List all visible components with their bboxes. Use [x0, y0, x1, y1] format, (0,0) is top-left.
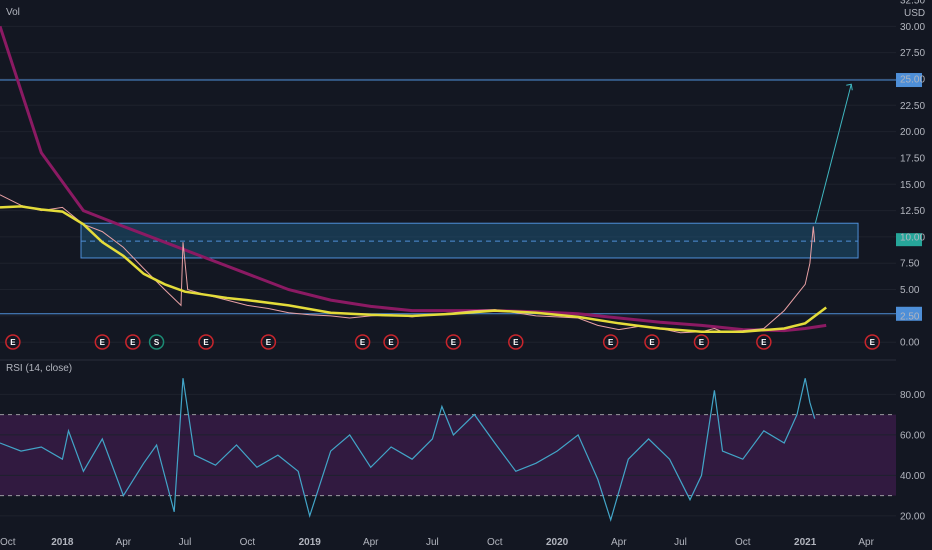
- time-tick-label: Apr: [611, 537, 627, 548]
- event-marker-letter: E: [100, 338, 106, 347]
- time-tick-label: 2020: [546, 537, 569, 548]
- price-tick-label: 10.00: [900, 232, 925, 243]
- rsi-tick-label: 40.00: [900, 471, 925, 482]
- event-marker-letter: E: [761, 338, 767, 347]
- price-tick-label: 0.00: [900, 338, 920, 349]
- time-tick-label: 2019: [299, 537, 322, 548]
- event-marker-letter: S: [154, 338, 160, 347]
- event-marker-letter: E: [360, 338, 366, 347]
- price-tick-label: 2.50: [900, 311, 920, 322]
- time-tick-label: 2018: [51, 537, 74, 548]
- time-tick-label: Jul: [674, 537, 687, 548]
- price-tick-label: 15.00: [900, 180, 925, 191]
- price-tick-label: 32.50: [900, 0, 925, 7]
- event-marker-letter: E: [451, 338, 457, 347]
- event-marker-letter: E: [870, 338, 876, 347]
- event-marker-letter: E: [203, 338, 209, 347]
- support-resistance-zone[interactable]: [80, 222, 859, 259]
- price-tick-label: 25.00: [900, 74, 925, 85]
- event-marker-letter: E: [699, 338, 705, 347]
- time-tick-label: 2021: [794, 537, 817, 548]
- rsi-band: [0, 414, 896, 496]
- price-tick-label: 22.50: [900, 101, 925, 112]
- rsi-title: RSI (14, close): [6, 363, 72, 374]
- event-marker-letter: E: [10, 338, 16, 347]
- event-marker-letter: E: [513, 338, 519, 347]
- price-tick-label: 7.50: [900, 259, 920, 270]
- time-tick-label: Oct: [735, 537, 751, 548]
- time-tick-label: Oct: [487, 537, 503, 548]
- event-marker-letter: E: [388, 338, 394, 347]
- time-tick-label: Apr: [858, 537, 874, 548]
- event-marker-letter: E: [266, 338, 272, 347]
- vol-label: Vol: [6, 7, 20, 18]
- currency-label: USD: [904, 8, 925, 19]
- rsi-tick-label: 80.00: [900, 390, 925, 401]
- time-tick-label: Apr: [116, 537, 132, 548]
- price-tick-label: 27.50: [900, 48, 925, 59]
- price-tick-label: 30.00: [900, 22, 925, 33]
- price-tick-label: 12.50: [900, 206, 925, 217]
- price-tick-label: 20.00: [900, 127, 925, 138]
- chart-canvas: E E E E E E E E E E E E E E S Vol 32.50 30.00 27.50 25.00…: [0, 0, 932, 550]
- price-tick-label: 17.50: [900, 153, 925, 164]
- event-marker-letter: E: [608, 338, 614, 347]
- time-tick-label: Jul: [179, 537, 192, 548]
- time-tick-label: Apr: [363, 537, 379, 548]
- time-tick-label: Oct: [240, 537, 256, 548]
- time-tick-label: Jul: [426, 537, 439, 548]
- event-marker-letter: E: [130, 338, 136, 347]
- rsi-tick-label: 60.00: [900, 430, 925, 441]
- price-tick-label: 5.00: [900, 285, 920, 296]
- time-tick-label: Oct: [0, 537, 16, 548]
- rsi-tick-label: 20.00: [900, 511, 925, 522]
- event-marker-letter: E: [649, 338, 655, 347]
